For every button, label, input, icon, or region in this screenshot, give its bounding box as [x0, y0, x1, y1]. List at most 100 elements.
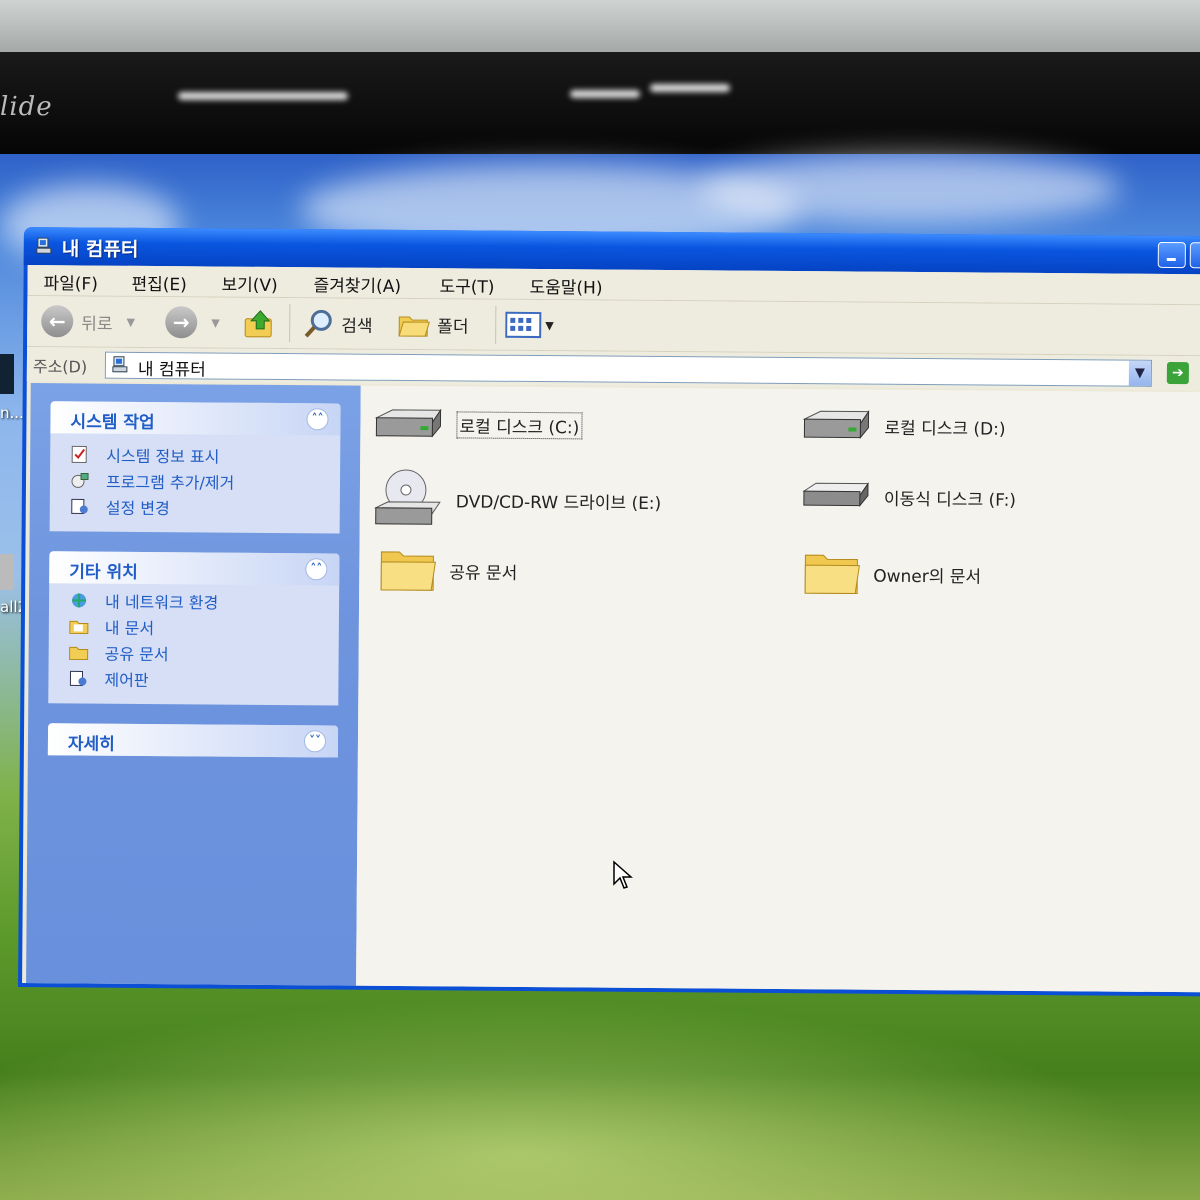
cloud [700, 154, 1120, 224]
my-documents-icon [69, 620, 89, 635]
menu-help[interactable]: 도움말(H) [529, 273, 602, 299]
search-label: 검색 [341, 315, 373, 337]
monitor-bezel [0, 52, 1200, 156]
screen-glare [570, 90, 640, 98]
desktop-installer-icon[interactable] [0, 554, 14, 590]
folder-label: Owner의 문서 [873, 566, 982, 588]
toolbar-separator [495, 305, 497, 344]
chevron-down-icon[interactable]: ▼ [126, 315, 135, 328]
menu-edit[interactable]: 편집(E) [131, 270, 186, 295]
details-header[interactable]: 자세히 ˅˅ [47, 723, 339, 758]
collapse-icon[interactable]: ˄˄ [305, 558, 328, 581]
drive-f[interactable]: 이동식 디스크 (F:) [800, 479, 1016, 515]
place-label: 공유 문서 [104, 644, 169, 665]
drive-c[interactable]: 로컬 디스크 (C:) [372, 404, 583, 446]
maximize-button[interactable] [1189, 242, 1200, 269]
mouse-pointer-icon [613, 860, 633, 889]
task-add-remove-programs[interactable]: 프로그램 추가/제거 [50, 467, 340, 495]
place-label: 내 문서 [104, 618, 155, 639]
folders-icon [398, 316, 430, 337]
wall-background [0, 0, 1200, 60]
dvd-drive-icon [374, 469, 441, 525]
back-label: 뒤로 [81, 313, 113, 335]
go-button[interactable]: ➔ [1166, 361, 1189, 385]
details-panel: 자세히 ˅˅ [47, 723, 339, 758]
place-my-network[interactable]: 내 네트워크 환경 [49, 587, 339, 615]
folder-owner-documents[interactable]: Owner의 문서 [803, 549, 981, 598]
control-panel-icon [71, 498, 88, 514]
place-control-panel[interactable]: 제어판 [48, 665, 338, 693]
hard-drive-icon [802, 409, 870, 439]
task-label: 시스템 정보 표시 [106, 446, 220, 467]
my-computer-window: 내 컴퓨터 파일(F) 편집(E) 보기(V) 즐겨찾기(A) 도구(T) 도움… [18, 227, 1200, 997]
chevron-down-icon: ▼ [545, 318, 554, 332]
other-places-header[interactable]: 기타 위치 ˄˄ [49, 551, 340, 586]
folders-label: 폴더 [437, 316, 469, 337]
back-button[interactable]: ← 뒤로 ▼ [41, 304, 135, 339]
forward-button[interactable]: → ▼ [165, 305, 220, 339]
control-panel-icon [69, 670, 87, 686]
drive-list: 로컬 디스크 (C:) 로컬 디스크 (D:) DVD/CD-RW 드라이브 (… [356, 385, 1200, 993]
computer-icon [36, 237, 52, 254]
place-shared-documents[interactable]: 공유 문서 [49, 639, 339, 667]
forward-arrow-icon: → [165, 306, 198, 339]
hard-drive-icon [374, 408, 442, 438]
minimize-button[interactable] [1157, 241, 1186, 269]
chevron-down-icon[interactable]: ▼ [211, 316, 220, 329]
drive-label: 로컬 디스크 (D:) [884, 418, 1006, 440]
place-my-documents[interactable]: 내 문서 [49, 613, 339, 641]
folder-shared-documents[interactable]: 공유 문서 [379, 546, 517, 595]
folder-icon [69, 646, 89, 661]
desktop-shortcut-icon[interactable] [0, 354, 14, 394]
task-change-settings[interactable]: 설정 변경 [50, 493, 340, 521]
folders-button[interactable]: 폴더 [397, 307, 469, 342]
panel-title: 자세히 [67, 734, 115, 755]
system-tasks-header[interactable]: 시스템 작업 ˄˄ [50, 401, 341, 436]
screen-glare [178, 92, 348, 100]
up-folder-icon [244, 310, 272, 338]
address-input[interactable]: 내 컴퓨터 ▼ [104, 351, 1152, 387]
address-dropdown-button[interactable]: ▼ [1128, 360, 1151, 386]
folder-icon [804, 554, 860, 595]
menu-view[interactable]: 보기(V) [221, 271, 277, 296]
task-label: 설정 변경 [105, 498, 170, 519]
search-icon [304, 309, 332, 338]
task-pane: 시스템 작업 ˄˄ 시스템 정보 표시 프로그램 추가/제거 설정 변경 기타 … [26, 383, 361, 986]
drive-label: DVD/CD-RW 드라이브 (E:) [455, 491, 662, 514]
address-label: 주소(D) [32, 357, 88, 377]
window-title: 내 컴퓨터 [61, 238, 139, 261]
menu-file[interactable]: 파일(F) [43, 269, 98, 294]
back-arrow-icon: ← [41, 305, 74, 338]
other-places-panel: 기타 위치 ˄˄ 내 네트워크 환경 내 문서 공유 문서 제어판 [48, 551, 340, 706]
drive-d[interactable]: 로컬 디스크 (D:) [800, 405, 1006, 447]
search-button[interactable]: 검색 [303, 306, 373, 341]
menu-favorites[interactable]: 즐겨찾기(A) [313, 271, 401, 297]
monitor-brand: lide [0, 92, 53, 122]
system-info-icon [71, 445, 87, 463]
system-tasks-panel: 시스템 작업 ˄˄ 시스템 정보 표시 프로그램 추가/제거 설정 변경 [49, 401, 341, 534]
toolbar-separator [289, 304, 291, 343]
panel-title: 시스템 작업 [70, 412, 155, 434]
drive-label: 이동식 디스크 (F:) [883, 489, 1017, 511]
place-label: 제어판 [104, 670, 149, 690]
views-icon [505, 311, 542, 339]
views-button[interactable]: ▼ [505, 308, 554, 342]
folder-icon [380, 551, 436, 591]
expand-icon[interactable]: ˅˅ [303, 730, 327, 753]
task-label: 프로그램 추가/제거 [105, 472, 235, 493]
place-label: 내 네트워크 환경 [104, 592, 219, 613]
address-value: 내 컴퓨터 [137, 359, 206, 381]
computer-icon [112, 356, 128, 373]
up-folder-button[interactable] [243, 306, 277, 340]
toolbar: ← 뒤로 ▼ → ▼ 검색 폴더 ▼ [27, 296, 1200, 357]
network-icon [72, 593, 87, 608]
panel-title: 기타 위치 [69, 562, 138, 583]
add-remove-programs-icon [71, 472, 89, 488]
drive-label: 로컬 디스크 (C:) [456, 410, 583, 439]
drive-e[interactable]: DVD/CD-RW 드라이브 (E:) [372, 468, 662, 532]
menu-tools[interactable]: 도구(T) [439, 272, 494, 297]
task-view-system-info[interactable]: 시스템 정보 표시 [50, 441, 340, 469]
collapse-icon[interactable]: ˄˄ [306, 408, 329, 431]
folder-label: 공유 문서 [449, 562, 518, 584]
desktop-icon-label[interactable]: n... [0, 404, 24, 422]
